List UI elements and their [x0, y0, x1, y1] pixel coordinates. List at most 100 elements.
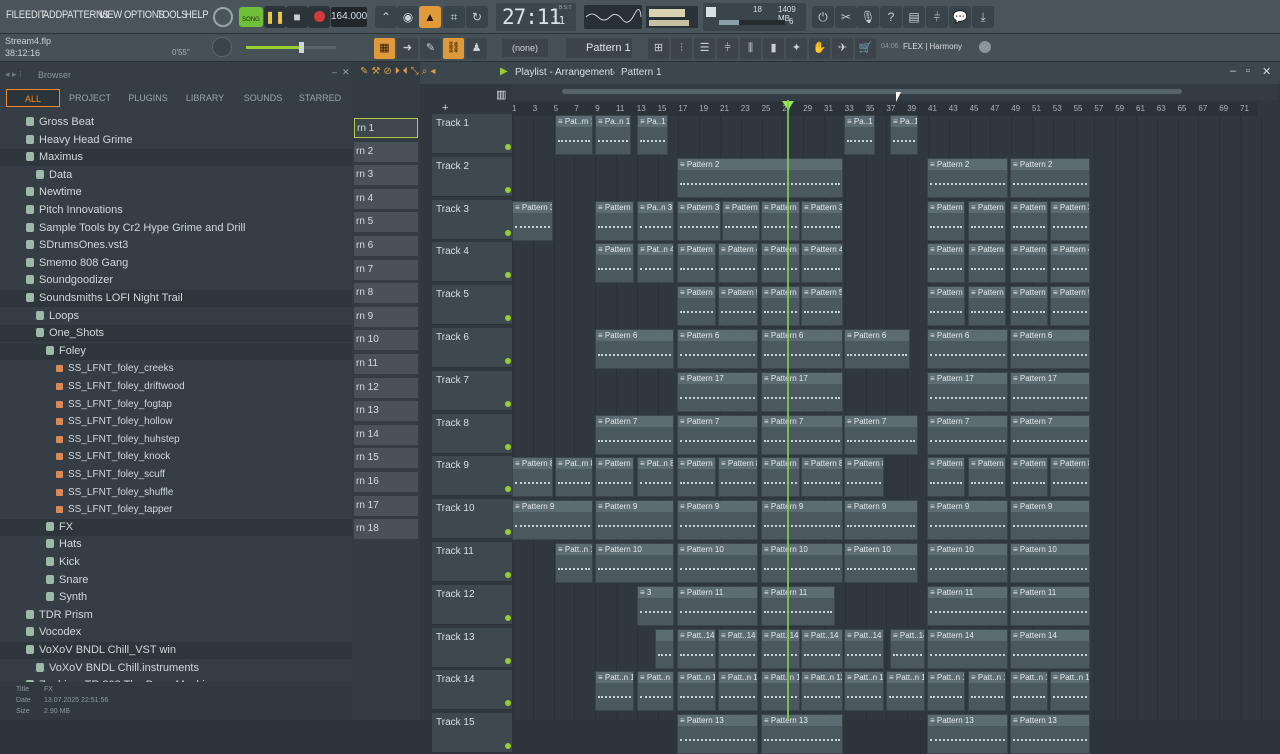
pattern-clip[interactable]: ≡ Pattern 17	[677, 371, 758, 412]
browser-item[interactable]: SS_LFNT_foley_creeks	[0, 360, 352, 377]
browser-item[interactable]: SS_LFNT_foley_scuff	[0, 466, 352, 483]
browser-tab-project[interactable]: PROJECT	[68, 89, 112, 107]
pattern-clip[interactable]: ≡ Pattern 10	[677, 543, 758, 583]
pattern-clip[interactable]: ≡ Patt..14	[761, 628, 800, 669]
pattern-clip[interactable]: ≡ Pattern 10	[1010, 543, 1090, 583]
pattern-item[interactable]: rn 7	[354, 259, 418, 280]
pattern-clip[interactable]: ≡ Pattern 9	[927, 500, 1008, 541]
pattern-clip[interactable]: ≡ Pattern 3	[801, 200, 843, 241]
pattern-clip[interactable]: ≡ Pattern 11	[677, 585, 758, 626]
pattern-clip[interactable]: ≡ Pattern 9	[844, 500, 918, 541]
playlist-close-icon[interactable]: ✕	[1262, 65, 1271, 78]
pitch-icon[interactable]: ⌃	[375, 6, 397, 28]
pattern-clip[interactable]: ≡ Pattern 5	[1050, 286, 1090, 327]
channel-icon[interactable]: ⫼	[740, 38, 761, 59]
pattern-clip[interactable]: ≡ Pat..n 8	[637, 457, 674, 498]
pattern-clip[interactable]: ≡ Pattern 3	[927, 200, 965, 241]
pattern-clip[interactable]: ≡ Pattern 3	[1010, 200, 1048, 241]
browser-item[interactable]: Heavy Head Grime	[0, 132, 352, 149]
track-header[interactable]: Track 2	[432, 156, 512, 197]
play-button[interactable]: ❚❚	[264, 6, 286, 28]
pattern-clip[interactable]: ≡ Pattern 3	[722, 200, 760, 241]
pattern-item[interactable]: rn 6	[354, 236, 418, 256]
pattern-clip[interactable]: ≡ 3	[637, 585, 674, 626]
stamp-icon[interactable]: ♟	[466, 38, 487, 59]
pattern-clip[interactable]: ≡ Pattern 10	[844, 543, 918, 583]
pattern-clip[interactable]: ≡ Patt..n 12	[677, 671, 716, 712]
pattern-clip[interactable]: ≡ Patt..n 12	[844, 671, 884, 712]
pattern-clip[interactable]: ≡ Patt..n 12	[968, 671, 1006, 712]
help-icon[interactable]: ?	[880, 6, 902, 28]
track-mute-led[interactable]	[505, 614, 511, 621]
pattern-clip[interactable]	[655, 628, 674, 669]
pattern-clip[interactable]: ≡ Pattern 4	[718, 243, 758, 284]
pattern-clip[interactable]: ≡ Pattern 10	[761, 543, 843, 583]
download-icon[interactable]: ⤓	[972, 6, 994, 28]
pattern-clip[interactable]: ≡ Pattern 8	[1050, 457, 1090, 498]
track-header[interactable]: Track 7	[432, 370, 512, 411]
pattern-clip[interactable]: ≡ Pattern 3	[677, 200, 721, 241]
pattern-clip[interactable]: ≡ Pattern 8	[927, 457, 965, 498]
pattern-clip[interactable]: ≡ Pattern 8	[512, 457, 553, 498]
track-mute-led[interactable]	[505, 358, 511, 364]
pattern-clip[interactable]: ≡ Pattern 14	[927, 628, 1008, 669]
pattern-clip[interactable]: ≡ Pat..n 4	[637, 243, 674, 284]
pattern-clip[interactable]: ≡ Patt..14	[718, 628, 758, 669]
browser-item[interactable]: One_Shots	[0, 325, 352, 343]
pattern-clip[interactable]: ≡ Pa..1	[637, 115, 668, 155]
pattern-clip[interactable]: ≡ Pat..rn 1	[555, 115, 593, 155]
pattern-item[interactable]: rn 18	[354, 519, 418, 540]
close-icon[interactable]: ✕	[342, 67, 350, 78]
loop-record-icon[interactable]: ↻	[466, 6, 488, 28]
pattern-clip[interactable]: ≡ Pattern 9	[1010, 500, 1090, 541]
pattern-clip[interactable]: ≡ Pattern 4	[595, 243, 634, 284]
pattern-clip[interactable]: ≡ Pattern 10	[927, 543, 1008, 583]
playlist-menu-icon[interactable]: ▥	[496, 88, 506, 101]
pattern-clip[interactable]: ≡ Pattern 4	[927, 243, 965, 284]
pattern-clip[interactable]: ≡ Pattern 4	[761, 243, 800, 284]
pattern-clip[interactable]: ≡ Pattern 17	[1010, 371, 1090, 412]
pattern-selector[interactable]: Pattern 1	[566, 38, 632, 58]
pattern-clip[interactable]: ≡ Patt..n 12	[718, 671, 758, 712]
pattern-clip[interactable]: ≡ Pattern 6	[844, 329, 910, 369]
pattern-clip[interactable]: ≡ Pattern 4	[801, 243, 843, 284]
track-header[interactable]: Track 5	[432, 285, 512, 326]
pattern-clip[interactable]: ≡ Pattern 2	[1010, 157, 1090, 198]
pattern-clip[interactable]: ≡ Patt..n 12	[886, 671, 925, 712]
track-mute-led[interactable]	[505, 400, 511, 407]
pattern-clip[interactable]: ≡ Pattern 8	[761, 457, 800, 498]
pattern-clip[interactable]: ≡ Pattern 8	[968, 457, 1006, 498]
plugin-picker-icon[interactable]: ✦	[786, 38, 807, 59]
pattern-clip[interactable]: ≡ Pattern 13	[1010, 714, 1090, 754]
channel-rack-icon[interactable]: ⊞	[648, 38, 669, 59]
track-mute-led[interactable]	[505, 700, 511, 707]
pattern-clip[interactable]: ≡ Pattern 5	[1010, 286, 1048, 327]
track-mute-led[interactable]	[505, 272, 511, 279]
pattern-clip[interactable]: ≡ Pattern 7	[1010, 414, 1090, 455]
browser-item[interactable]: Gross Beat	[0, 114, 352, 131]
pattern-clip[interactable]: ≡ Patt..n 12	[927, 671, 965, 712]
track-header[interactable]: Track 14	[432, 670, 512, 711]
browser-item[interactable]: Newtime	[0, 184, 352, 201]
menu-help[interactable]: HELP	[185, 9, 209, 21]
step-edit-icon[interactable]: ⌗	[443, 6, 465, 28]
pattern-item[interactable]: rn 17	[354, 495, 418, 516]
track-header[interactable]: Track 10	[432, 499, 512, 540]
pattern-clip[interactable]: ≡ Patt..n 12	[801, 671, 843, 712]
pattern-clip[interactable]: ≡ Patt..14	[890, 628, 925, 669]
track-header[interactable]: Track 8	[432, 413, 512, 454]
browser-icon[interactable]: ▮	[763, 38, 784, 59]
playlist-maximize-icon[interactable]: ▫	[1246, 65, 1250, 77]
stop-button[interactable]: ■	[286, 6, 308, 28]
pattern-clip[interactable]: ≡ Pattern 8	[1010, 457, 1048, 498]
track-header[interactable]: Track 4	[432, 242, 512, 283]
browser-item[interactable]: SS_LFNT_foley_tapper	[0, 501, 352, 518]
add-track-icon[interactable]: +	[442, 102, 448, 114]
pattern-clip[interactable]: ≡ Patt..n 12	[1050, 671, 1090, 712]
pattern-clip[interactable]: ≡ Pattern 7	[761, 414, 843, 455]
cut-icon[interactable]: ✂	[835, 6, 857, 28]
pattern-clip[interactable]: ≡ Patt..14	[844, 628, 884, 669]
pattern-clip[interactable]: ≡ Pattern 13	[677, 714, 758, 754]
pattern-clip[interactable]: ≡ Pa..n 1	[595, 115, 631, 155]
browser-item[interactable]: Maximus	[0, 149, 352, 167]
